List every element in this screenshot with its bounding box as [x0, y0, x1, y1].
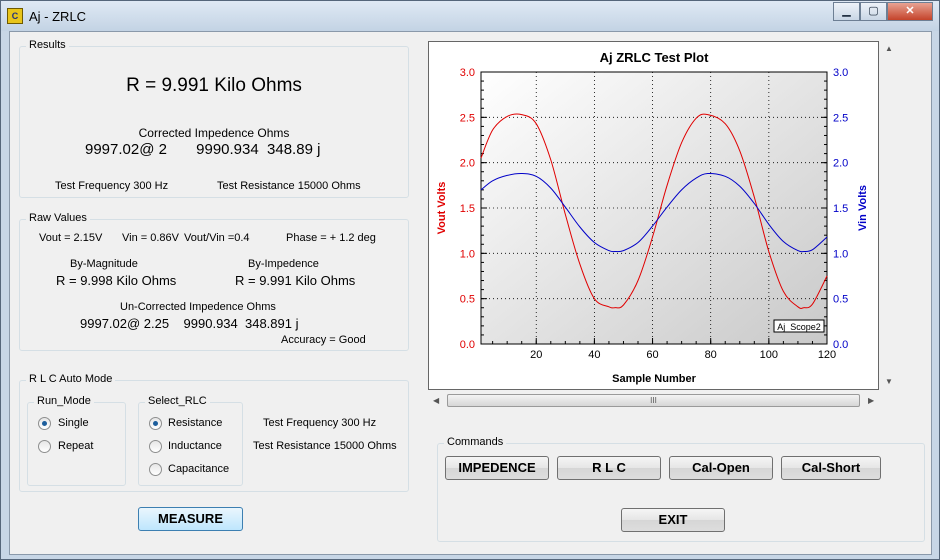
window-title: Aj - ZRLC	[29, 9, 87, 24]
select-rlc-group: Select_RLC Resistance Inductance Capacit…	[138, 395, 243, 486]
uncorrected-impedence-values: 9997.02@ 2.25 9990.934 348.891 j	[80, 316, 299, 331]
test-plot-chart: 20 40 60 80 100 1200.00.51.01.52.02.53.00.00.…	[436, 50, 869, 385]
y-tick-label: 0.5	[460, 294, 475, 306]
results-test-resistance: Test Resistance 15000 Ohms	[217, 180, 361, 192]
select-resistance-radio[interactable]	[149, 417, 162, 430]
y2-tick-label: 3.0	[833, 67, 848, 79]
window-controls: ▁ ▢ ✕	[833, 2, 933, 22]
run-mode-single-label[interactable]: Single	[58, 417, 89, 429]
scroll-right-arrow[interactable]: ▶	[868, 396, 874, 405]
auto-test-frequency: Test Frequency 300 Hz	[263, 417, 377, 429]
run-mode-repeat-label[interactable]: Repeat	[58, 440, 93, 452]
y2-axis-label: Vin Volts	[857, 185, 869, 231]
auto-test-resistance: Test Resistance 15000 Ohms	[253, 440, 397, 452]
maximize-button[interactable]: ▢	[860, 2, 887, 21]
scroll-thumb[interactable]: III	[447, 394, 860, 407]
impedence-button[interactable]: IMPEDENCE	[445, 456, 549, 480]
run-mode-single-radio[interactable]	[38, 417, 51, 430]
minimize-button[interactable]: ▁	[833, 2, 860, 21]
legend-text: Aj_Scope2	[777, 322, 821, 332]
phase-value: Phase = + 1.2 deg	[286, 232, 376, 244]
plot-horizontal-scrollbar[interactable]: ◀ III ▶	[428, 392, 881, 409]
close-button[interactable]: ✕	[887, 2, 933, 21]
plot-vertical-scrollbar[interactable]: ▲ ▼	[881, 41, 898, 390]
select-capacitance-radio[interactable]	[149, 463, 162, 476]
x-tick-label: 40	[588, 349, 600, 361]
by-magnitude-value: R = 9.998 Kilo Ohms	[56, 273, 177, 288]
vin-value: Vin = 0.86V	[122, 232, 179, 244]
select-inductance-label[interactable]: Inductance	[168, 440, 222, 452]
y-tick-label: 1.0	[460, 248, 475, 260]
results-test-frequency: Test Frequency 300 Hz	[55, 180, 169, 192]
raw-values-group-label: Raw Values	[26, 212, 90, 224]
y-tick-label: 2.0	[460, 158, 475, 170]
exit-button[interactable]: EXIT	[621, 508, 725, 532]
y2-tick-label: 0.5	[833, 294, 848, 306]
cal-open-button[interactable]: Cal-Open	[669, 456, 773, 480]
select-resistance-label[interactable]: Resistance	[168, 417, 222, 429]
scroll-up-arrow[interactable]: ▲	[885, 44, 893, 53]
y-tick-label: 2.5	[460, 112, 475, 124]
corrected-impedence-values: 9997.02@ 2 9990.934 348.89 j	[85, 141, 321, 158]
x-axis-label: Sample Number	[612, 373, 696, 385]
rlc-button[interactable]: R L C	[557, 456, 661, 480]
results-group-label: Results	[26, 39, 69, 51]
select-rlc-group-label: Select_RLC	[145, 395, 210, 407]
client-area: Results R = 9.991 Kilo Ohms Corrected Im…	[9, 31, 932, 555]
x-tick-label: 20	[530, 349, 542, 361]
run-mode-group-label: Run_Mode	[34, 395, 94, 407]
run-mode-repeat-radio[interactable]	[38, 440, 51, 453]
by-impedence-value: R = 9.991 Kilo Ohms	[235, 273, 356, 288]
results-group: Results R = 9.991 Kilo Ohms Corrected Im…	[19, 39, 409, 198]
y2-tick-label: 2.5	[833, 112, 848, 124]
corrected-impedence-label: Corrected Impedence Ohms	[138, 126, 290, 140]
vout-value: Vout = 2.15V	[39, 232, 103, 244]
y-tick-label: 3.0	[460, 67, 475, 79]
x-tick-label: 100	[760, 349, 778, 361]
x-tick-label: 60	[646, 349, 658, 361]
y2-tick-label: 1.5	[833, 203, 848, 215]
select-inductance-radio[interactable]	[149, 440, 162, 453]
x-tick-label: 80	[705, 349, 717, 361]
result-main-value: R = 9.991 Kilo Ohms	[126, 75, 302, 96]
rlc-auto-mode-group-label: R L C Auto Mode	[26, 373, 116, 385]
scroll-down-arrow[interactable]: ▼	[885, 377, 893, 386]
by-impedence-label: By-Impedence	[248, 258, 319, 270]
y-axis-label: Vout Volts	[436, 182, 448, 235]
y-tick-label: 0.0	[460, 339, 475, 351]
title-bar[interactable]: C Aj - ZRLC ▁ ▢ ✕	[1, 1, 939, 31]
by-magnitude-label: By-Magnitude	[70, 258, 138, 270]
commands-group-label: Commands	[444, 436, 507, 448]
app-icon: C	[7, 8, 23, 24]
cal-short-button[interactable]: Cal-Short	[781, 456, 881, 480]
ratio-value: Vout/Vin =0.4	[184, 232, 250, 244]
rlc-auto-mode-group: R L C Auto Mode Run_Mode Single Repeat S…	[19, 373, 409, 492]
uncorrected-impedence-label: Un-Corrected Impedence Ohms	[120, 301, 276, 313]
commands-group: Commands IMPEDENCE R L C Cal-Open Cal-Sh…	[437, 436, 925, 542]
run-mode-group: Run_Mode Single Repeat	[27, 395, 126, 486]
test-plot-panel: 20 40 60 80 100 120 0.0 0.5 1.0 1.5 2.0 2.5 3.0 0.0 0.…	[428, 41, 879, 390]
scroll-left-arrow[interactable]: ◀	[433, 396, 439, 405]
y2-tick-label: 2.0	[833, 158, 848, 170]
accuracy-value: Accuracy = Good	[281, 334, 366, 346]
measure-button[interactable]: MEASURE	[138, 507, 243, 531]
select-capacitance-label[interactable]: Capacitance	[168, 463, 229, 475]
y2-tick-label: 0.0	[833, 339, 848, 351]
y2-tick-label: 1.0	[833, 248, 848, 260]
chart-title: Aj ZRLC Test Plot	[600, 50, 709, 65]
app-window: C Aj - ZRLC ▁ ▢ ✕ Results R = 9.991 Kilo…	[0, 0, 940, 560]
y-tick-label: 1.5	[460, 203, 475, 215]
raw-values-group: Raw Values Vout = 2.15V Vin = 0.86V Vout…	[19, 212, 409, 351]
